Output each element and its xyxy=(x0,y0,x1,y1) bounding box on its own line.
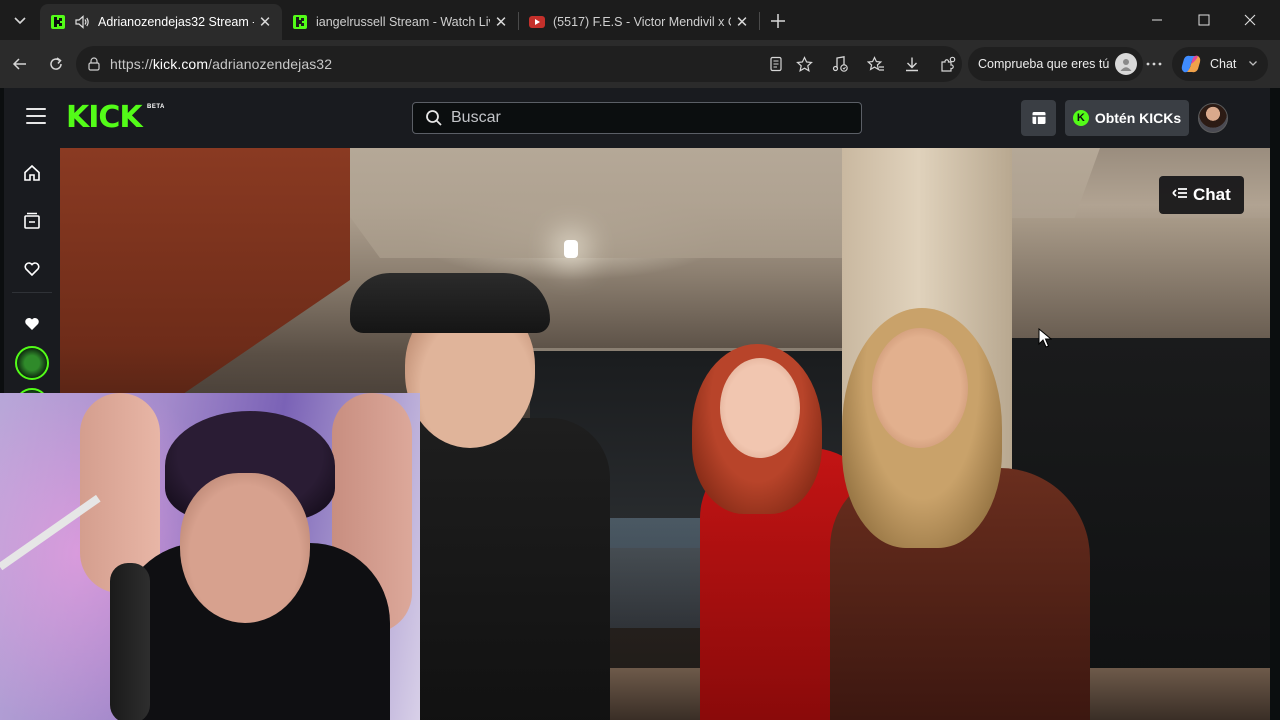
user-avatar[interactable] xyxy=(1198,103,1228,133)
new-tab-button[interactable] xyxy=(765,8,791,34)
home-icon[interactable] xyxy=(22,163,42,183)
kick-beta-badge: BETA xyxy=(147,104,165,110)
back-arrow-icon xyxy=(12,58,26,70)
site-info-lock-icon[interactable] xyxy=(86,56,102,72)
star-icon xyxy=(795,55,813,72)
mouse-cursor-icon xyxy=(1038,328,1052,348)
close-icon xyxy=(1244,14,1256,26)
url-text[interactable]: https://kick.com/adrianozendejas32 xyxy=(110,56,332,72)
video-person xyxy=(720,358,800,458)
menu-hamburger-icon[interactable] xyxy=(26,108,46,128)
tab-close-icon[interactable]: ✕ xyxy=(490,11,512,33)
tab-close-icon[interactable]: ✕ xyxy=(254,11,276,33)
copilot-chat-label: Chat xyxy=(1210,57,1237,71)
kick-logo-text: KICK xyxy=(66,100,143,135)
favorites-button[interactable] xyxy=(862,50,890,78)
tab-iangelrussell[interactable]: iangelrussell Stream - Watch Live o ✕ xyxy=(282,4,518,40)
get-kicks-button[interactable]: K Obtén KICKs xyxy=(1065,100,1189,136)
profile-verify-label: Comprueba que eres tú xyxy=(978,57,1110,71)
minimize-icon xyxy=(1152,19,1162,21)
url-host: kick.com xyxy=(152,56,209,72)
browser-tab-strip: Adrianozendejas32 Stream - W ✕ iangelrus… xyxy=(0,0,1280,40)
url-path: /adrianozendejas32 xyxy=(208,56,333,72)
media-control-button[interactable] xyxy=(826,50,854,78)
tab-title: iangelrussell Stream - Watch Live o xyxy=(316,15,490,29)
chat-toggle-label: Chat xyxy=(1193,185,1231,204)
maximize-button[interactable] xyxy=(1181,0,1227,40)
browse-icon[interactable] xyxy=(22,211,42,231)
kick-header: KICK BETA Buscar K Obtén KICKs xyxy=(4,88,1270,148)
youtube-favicon-icon xyxy=(529,14,545,30)
profile-verify-button[interactable]: Comprueba que eres tú xyxy=(968,47,1144,81)
copilot-chat-button[interactable]: Chat xyxy=(1172,47,1269,81)
search-icon xyxy=(426,110,442,126)
chevron-down-icon[interactable] xyxy=(1248,58,1258,71)
kick-favicon-icon xyxy=(292,14,308,30)
browser-toolbar: https://kick.com/adrianozendejas32 Compr… xyxy=(0,40,1280,88)
kick-favicon-icon xyxy=(50,14,66,30)
followed-channel-avatar[interactable] xyxy=(15,346,49,380)
settings-more-button[interactable] xyxy=(1140,50,1168,78)
url-prefix: https:// xyxy=(110,56,153,72)
tab-title: (5517) F.E.S - Victor Mendivil x Om xyxy=(553,15,731,29)
streamer-webcam-overlay xyxy=(0,393,420,720)
plus-icon xyxy=(771,14,785,28)
video-person xyxy=(350,273,550,333)
sidebar-divider xyxy=(12,292,52,293)
store-button[interactable] xyxy=(1021,100,1056,136)
video-scene-beam xyxy=(1012,218,1270,338)
microphone xyxy=(110,563,150,720)
kicks-coin-icon: K xyxy=(1072,110,1089,126)
copilot-logo-icon xyxy=(1181,55,1201,73)
chevron-down-icon xyxy=(14,17,26,25)
search-input[interactable]: Buscar xyxy=(412,102,862,134)
video-person xyxy=(872,328,968,448)
favorite-star-button[interactable] xyxy=(790,50,818,78)
get-kicks-label: Obtén KICKs xyxy=(1094,110,1182,126)
heart-icon xyxy=(22,313,42,333)
store-icon xyxy=(1032,112,1045,124)
close-window-button[interactable] xyxy=(1227,0,1273,40)
profile-avatar-icon xyxy=(1115,53,1138,75)
tab-title: Adrianozendejas32 Stream - W xyxy=(98,15,254,29)
music-note-icon xyxy=(832,56,848,72)
following-icon[interactable] xyxy=(22,258,42,278)
tab-youtube-fes[interactable]: (5517) F.E.S - Victor Mendivil x Om ✕ xyxy=(519,4,759,40)
reload-button[interactable] xyxy=(42,50,70,78)
maximize-icon xyxy=(1198,14,1210,26)
tab-close-icon[interactable]: ✕ xyxy=(731,11,753,33)
reading-view-icon xyxy=(770,56,782,72)
reading-view-button[interactable] xyxy=(762,50,790,78)
reload-icon xyxy=(50,57,62,70)
video-scene-lamp xyxy=(564,240,578,258)
tab-separator xyxy=(759,12,760,30)
download-icon xyxy=(906,57,918,72)
favorites-icon xyxy=(867,55,884,71)
search-placeholder: Buscar xyxy=(451,109,501,126)
puzzle-icon xyxy=(941,56,956,72)
back-button[interactable] xyxy=(6,50,34,78)
tab-adrianozendejas32[interactable]: Adrianozendejas32 Stream - W ✕ xyxy=(40,4,282,40)
minimize-button[interactable] xyxy=(1134,0,1180,40)
chat-toggle-button[interactable]: Chat xyxy=(1159,176,1244,214)
extensions-button[interactable] xyxy=(934,50,962,78)
webcam-person xyxy=(180,473,310,623)
downloads-button[interactable] xyxy=(898,50,926,78)
collapse-chat-icon xyxy=(1172,186,1188,204)
tab-audio-icon[interactable] xyxy=(74,15,92,29)
kick-logo[interactable]: KICK BETA xyxy=(66,102,166,134)
more-horizontal-icon xyxy=(1146,62,1162,66)
tab-actions-menu-button[interactable] xyxy=(6,6,34,34)
